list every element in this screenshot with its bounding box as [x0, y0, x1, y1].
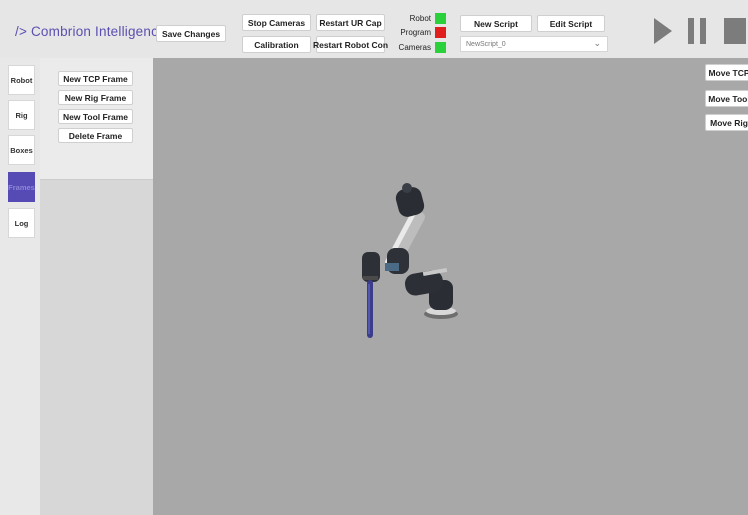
tab-rig[interactable]: Rig — [8, 100, 35, 130]
program-status-led — [435, 27, 446, 38]
save-changes-button[interactable]: Save Changes — [156, 25, 226, 42]
calibration-button[interactable]: Calibration — [242, 36, 311, 53]
robot-status-led — [435, 13, 446, 24]
app-logo: /> Combrion Intelligence — [15, 24, 166, 39]
restart-robot-button[interactable]: Restart Robot Con — [313, 36, 388, 53]
tab-frames[interactable]: Frames — [8, 172, 35, 202]
pause-icon[interactable] — [688, 18, 708, 44]
3d-viewport[interactable]: Move TCP Move Tool Move Rig — [153, 58, 748, 515]
move-tcp-button[interactable]: Move TCP — [705, 64, 748, 81]
new-script-button[interactable]: New Script — [460, 15, 532, 32]
cameras-status-label: Cameras — [398, 43, 431, 52]
stop-cameras-button[interactable]: Stop Cameras — [242, 14, 311, 31]
play-icon[interactable] — [654, 18, 672, 44]
script-select[interactable]: NewScript_0 ⌄ — [460, 36, 608, 52]
restart-urcap-button[interactable]: Restart UR Cap — [316, 14, 385, 31]
new-tool-frame-button[interactable]: New Tool Frame — [58, 109, 133, 124]
program-status-label: Program — [400, 28, 431, 37]
tab-boxes[interactable]: Boxes — [8, 135, 35, 165]
move-rig-button[interactable]: Move Rig — [705, 114, 748, 131]
robot-status-label: Robot — [409, 14, 431, 23]
stop-icon[interactable] — [724, 18, 748, 44]
robot-arm-model — [362, 183, 458, 338]
tab-log[interactable]: Log — [8, 208, 35, 238]
cameras-status-led — [435, 42, 446, 53]
script-select-value: NewScript_0 — [466, 40, 506, 48]
new-rig-frame-button[interactable]: New Rig Frame — [58, 90, 133, 105]
chevron-down-icon: ⌄ — [593, 38, 601, 48]
delete-frame-button[interactable]: Delete Frame — [58, 128, 133, 143]
tab-robot[interactable]: Robot — [8, 65, 35, 95]
edit-script-button[interactable]: Edit Script — [537, 15, 605, 32]
move-tool-button[interactable]: Move Tool — [705, 90, 748, 107]
frames-list-area — [40, 180, 153, 515]
top-toolbar: /> Combrion Intelligence Save Changes St… — [0, 0, 748, 58]
new-tcp-frame-button[interactable]: New TCP Frame — [58, 71, 133, 86]
